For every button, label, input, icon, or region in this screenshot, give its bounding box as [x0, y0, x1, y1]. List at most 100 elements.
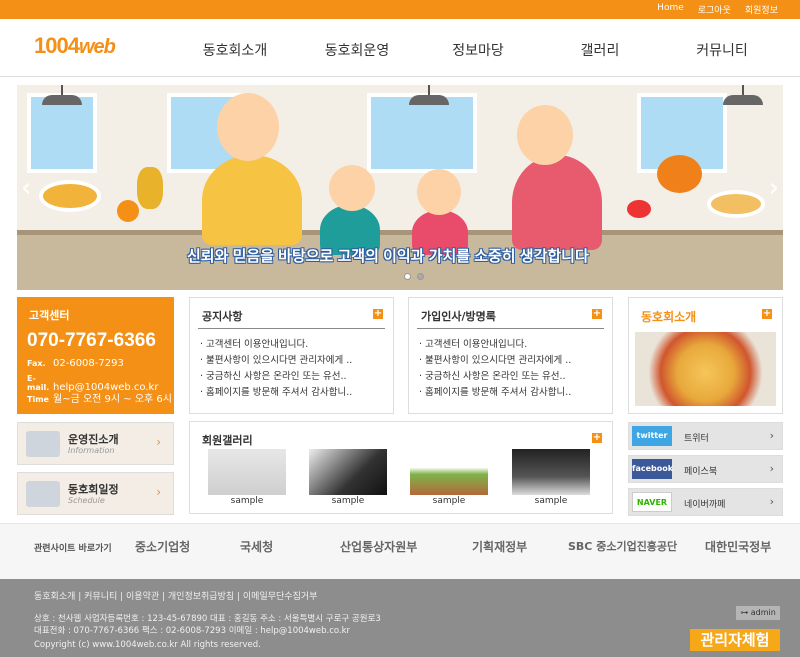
- list-item-text: 궁금하신 사항은 온라인 또는 유선..: [425, 371, 566, 382]
- twitter-label: 트위터: [684, 434, 709, 444]
- divider: [417, 328, 604, 329]
- chevron-right-icon: ›: [769, 429, 774, 442]
- list-item-text: 불편사항이 있으시다면 관리자에게 ..: [425, 355, 572, 366]
- slide-dot[interactable]: [404, 273, 411, 280]
- mother-head: [517, 105, 573, 165]
- club-schedule-sub: Schedule: [68, 496, 105, 505]
- more-plus-icon[interactable]: +: [373, 309, 383, 319]
- gallery-item[interactable]: sample: [410, 449, 488, 509]
- gallery-thumbnail-plants: [410, 449, 488, 495]
- nav-item-community[interactable]: 커뮤니티: [696, 40, 748, 60]
- partner-link[interactable]: 대한민국정부: [705, 538, 771, 555]
- daughter-head: [417, 169, 461, 215]
- orange-illustration: [117, 200, 139, 222]
- guestbook-list: · 고객센터 이용안내입니다. · 불편사항이 있으시다면 관리자에게 .. ·…: [419, 336, 571, 400]
- slide-dot-active[interactable]: [417, 273, 424, 280]
- notice-list: · 고객센터 이용안내입니다. · 불편사항이 있으시다면 관리자에게 .. ·…: [200, 336, 352, 400]
- list-item[interactable]: · 궁금하신 사항은 온라인 또는 유선..: [200, 368, 352, 384]
- partner-link[interactable]: SBC 중소기업진흥공단: [568, 538, 677, 554]
- facebook-label: 페이스북: [684, 467, 718, 477]
- nav-item-club-intro[interactable]: 동호회소개: [203, 40, 267, 60]
- pineapple-illustration: [137, 167, 163, 209]
- fax-value: 02-6008-7293: [53, 358, 124, 369]
- chevron-right-icon: ›: [156, 435, 161, 449]
- pepper-illustration: [627, 200, 651, 218]
- club-intro-box: 동호회소개 +: [628, 297, 783, 414]
- staff-intro-sub: Information: [68, 446, 115, 455]
- list-item-text: 불편사항이 있으시다면 관리자에게 ..: [206, 355, 353, 366]
- naver-cafe-label: 네이버까페: [684, 500, 726, 510]
- more-plus-icon[interactable]: +: [762, 309, 772, 319]
- mother-illustration: [512, 155, 602, 250]
- list-item[interactable]: · 궁금하신 사항은 온라인 또는 유선..: [419, 368, 571, 384]
- admin-button[interactable]: ⊶ admin: [736, 606, 780, 620]
- facebook-link[interactable]: facebook 페이스북 ›: [628, 455, 783, 483]
- fax-row: Fax. 02-6008-7293: [27, 358, 124, 369]
- top-links: Home 로그아웃 회원정보: [657, 3, 778, 16]
- twitter-link[interactable]: twitter 트위터 ›: [628, 422, 783, 450]
- laptop-icon: [26, 481, 60, 507]
- nav-item-club-operation[interactable]: 동호회운영: [325, 40, 389, 60]
- logout-link[interactable]: 로그아웃: [698, 3, 731, 16]
- partner-link[interactable]: 국세청: [240, 538, 273, 555]
- time-label: Time: [27, 395, 49, 404]
- gallery-item[interactable]: sample: [208, 449, 286, 509]
- twitter-icon: twitter: [632, 426, 672, 446]
- pumpkin-illustration: [657, 155, 702, 193]
- list-item[interactable]: · 고객센터 이용안내입니다.: [200, 336, 352, 352]
- club-schedule-button[interactable]: 동호회일정 Schedule ›: [17, 472, 174, 515]
- divider: [198, 328, 385, 329]
- member-info-link[interactable]: 회원정보: [745, 3, 778, 16]
- hero-banner: 신뢰와 믿음을 바탕으로 고객의 이익과 가치를 소중히 생각합니다 ‹ ›: [17, 85, 783, 290]
- more-plus-icon[interactable]: +: [592, 309, 602, 319]
- gallery-item[interactable]: sample: [309, 449, 387, 509]
- gallery-caption: sample: [230, 496, 264, 506]
- naver-cafe-link[interactable]: NAVER 네이버까페 ›: [628, 488, 783, 516]
- partner-link[interactable]: 산업통상자원부: [340, 538, 417, 555]
- footer-links[interactable]: 동호회소개 | 커뮤니티 | 이용약관 | 개인정보취급방침 | 이메일무단수집…: [34, 589, 317, 602]
- chevron-right-icon: ›: [156, 485, 161, 499]
- gallery-title: 회원갤러리: [202, 434, 253, 447]
- gallery-caption: sample: [534, 496, 568, 506]
- list-item[interactable]: · 불편사항이 있으시다면 관리자에게 ..: [419, 352, 571, 368]
- more-plus-icon[interactable]: +: [592, 433, 602, 443]
- list-item[interactable]: · 불편사항이 있으시다면 관리자에게 ..: [200, 352, 352, 368]
- fax-label: Fax.: [27, 359, 46, 368]
- next-arrow-icon[interactable]: ›: [769, 173, 779, 203]
- naver-icon: NAVER: [632, 492, 672, 512]
- partner-link[interactable]: 기획재정부: [472, 538, 527, 555]
- admin-label: admin: [750, 608, 776, 617]
- gallery-caption: sample: [432, 496, 466, 506]
- club-intro-title: 동호회소개: [641, 310, 697, 324]
- gallery-thumbnail-keyboard: [309, 449, 387, 495]
- list-item-text: 궁금하신 사항은 온라인 또는 유선..: [206, 371, 347, 382]
- partner-link[interactable]: 중소기업청: [135, 538, 190, 555]
- home-link[interactable]: Home: [657, 3, 684, 16]
- top-bar: Home 로그아웃 회원정보: [0, 0, 800, 19]
- footer: 동호회소개 | 커뮤니티 | 이용약관 | 개인정보취급방침 | 이메일무단수집…: [0, 579, 800, 657]
- father-head: [217, 93, 279, 161]
- list-item[interactable]: · 고객센터 이용안내입니다.: [419, 336, 571, 352]
- lamp-illustration: [409, 85, 449, 107]
- nav-item-gallery[interactable]: 갤러리: [581, 40, 620, 60]
- list-item-text: 홈페이지를 방문해 주셔서 감사합니..: [206, 387, 353, 398]
- gallery-caption: sample: [331, 496, 365, 506]
- list-item[interactable]: · 홈페이지를 방문해 주셔서 감사합니..: [200, 384, 352, 400]
- list-item-text: 홈페이지를 방문해 주셔서 감사합니..: [425, 387, 572, 398]
- lamp-illustration: [723, 85, 763, 107]
- club-schedule-label: 동호회일정: [68, 483, 119, 496]
- pancake-illustration: [707, 190, 765, 218]
- gallery-item[interactable]: sample: [512, 449, 590, 509]
- facebook-icon: facebook: [632, 459, 673, 479]
- nav-item-info[interactable]: 정보마당: [452, 40, 504, 60]
- guestbook-box: 가입인사/방명록 + · 고객센터 이용안내입니다. · 불편사항이 있으시다면…: [408, 297, 613, 414]
- book-icon: [26, 431, 60, 457]
- prev-arrow-icon[interactable]: ‹: [21, 173, 31, 203]
- lamp-illustration: [42, 85, 82, 107]
- chevron-right-icon: ›: [769, 462, 774, 475]
- staff-intro-button[interactable]: 운영진소개 Information ›: [17, 422, 174, 465]
- list-item-text: 고객센터 이용안내입니다.: [206, 339, 309, 350]
- admin-demo-button[interactable]: 관리자체험: [690, 629, 780, 651]
- list-item[interactable]: · 홈페이지를 방문해 주셔서 감사합니..: [419, 384, 571, 400]
- gallery-thumbnail-laptop: [512, 449, 590, 495]
